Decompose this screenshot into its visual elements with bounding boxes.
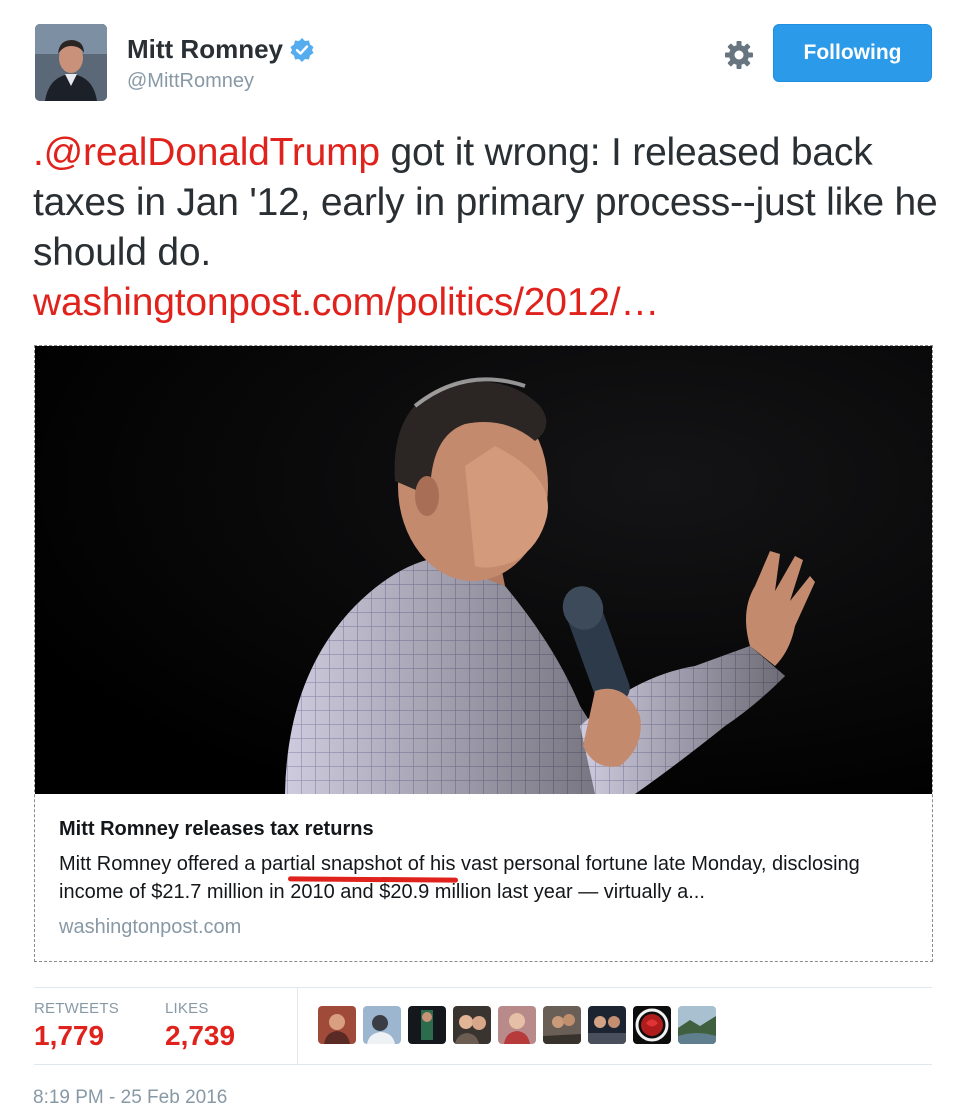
- liker-avatar[interactable]: [588, 1006, 626, 1044]
- gear-icon[interactable]: [722, 38, 756, 72]
- stats-divider-vertical: [297, 988, 298, 1064]
- user-name-text[interactable]: Mitt Romney: [127, 34, 283, 65]
- likes-count[interactable]: 2,739: [165, 1020, 235, 1052]
- card-description: Mitt Romney offered a partial snapshot o…: [59, 853, 860, 903]
- card-title[interactable]: Mitt Romney releases tax returns: [59, 818, 374, 841]
- mention-link[interactable]: .@realDonaldTrump: [33, 131, 380, 174]
- liker-avatar[interactable]: [408, 1006, 446, 1044]
- user-name[interactable]: Mitt Romney: [127, 34, 315, 65]
- likes-label[interactable]: LIKES: [165, 1000, 209, 1017]
- stats-divider-bottom: [34, 1064, 932, 1065]
- liker-avatar[interactable]: [498, 1006, 536, 1044]
- card-image[interactable]: [35, 346, 932, 794]
- article-link[interactable]: washingtonpost.com/politics/2012/…: [33, 281, 659, 324]
- tweet-timestamp[interactable]: 8:19 PM - 25 Feb 2016: [33, 1087, 227, 1108]
- tweet-text: .@realDonaldTrump got it wrong: I releas…: [33, 128, 948, 328]
- link-card[interactable]: Mitt Romney releases tax returns Mitt Ro…: [34, 345, 933, 962]
- liker-avatar[interactable]: [453, 1006, 491, 1044]
- following-button[interactable]: Following: [773, 24, 932, 82]
- liker-avatar[interactable]: [318, 1006, 356, 1044]
- verified-badge-icon: [290, 37, 314, 62]
- liker-avatar[interactable]: [678, 1006, 716, 1044]
- user-handle[interactable]: @MittRomney: [127, 70, 254, 93]
- liker-avatar[interactable]: [633, 1006, 671, 1044]
- card-body[interactable]: Mitt Romney releases tax returns Mitt Ro…: [35, 794, 932, 961]
- avatar[interactable]: [35, 24, 107, 101]
- likers-list: [318, 1006, 716, 1044]
- card-domain[interactable]: washingtonpost.com: [59, 916, 241, 939]
- retweets-count[interactable]: 1,779: [34, 1020, 104, 1052]
- liker-avatar[interactable]: [543, 1006, 581, 1044]
- retweets-label[interactable]: RETWEETS: [34, 1000, 119, 1017]
- stats-divider-top: [34, 987, 932, 988]
- liker-avatar[interactable]: [363, 1006, 401, 1044]
